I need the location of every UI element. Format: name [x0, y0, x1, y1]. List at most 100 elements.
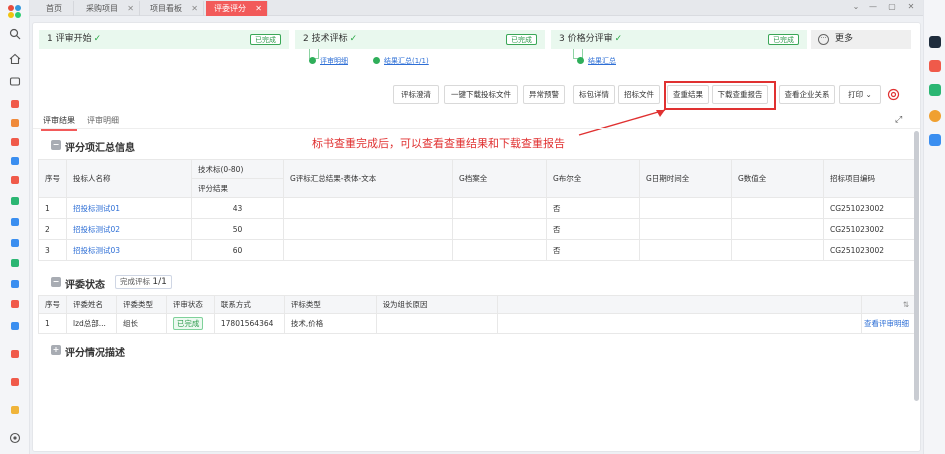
status-badge: 已完成 — [506, 34, 537, 45]
nav-app-icon[interactable] — [11, 119, 19, 127]
app-icon[interactable] — [929, 84, 941, 96]
step-3[interactable]: 3 价格分评审 ✓ 已完成 — [551, 30, 807, 49]
chevron-down-icon[interactable]: ⌄ — [851, 2, 861, 12]
view-detail-link[interactable]: 查看评审明细 — [860, 313, 917, 334]
status-badge: 已完成 — [768, 34, 799, 45]
col-header: 评审状态 — [165, 295, 215, 314]
app-logo — [8, 5, 22, 19]
toolbar: 评标澄清 一键下载投标文件 异常预警 标包详情 招标文件 查重结果 下载查重报告… — [33, 85, 920, 109]
company-relation-button[interactable]: 查看企业关系 — [779, 85, 835, 104]
cell: 17801564364 — [213, 313, 285, 334]
step-more[interactable]: ··· 更多 — [811, 30, 911, 49]
annotation-text: 标书查重完成后，可以查看查重结果和下载查重报告 — [312, 137, 565, 150]
nav-app-icon[interactable] — [11, 300, 19, 308]
col-header: G档案全 — [452, 159, 547, 198]
tab-project-board[interactable]: 项目看板 ✕ — [142, 1, 204, 16]
close-icon[interactable]: ✕ — [255, 1, 262, 16]
cell: 1 — [38, 197, 67, 219]
search-icon[interactable] — [9, 28, 21, 40]
collapse-icon[interactable]: − — [51, 277, 61, 287]
col-header: G评标汇总结果-表体-文本 — [283, 159, 453, 198]
more-icon: ··· — [818, 34, 829, 45]
help-icon[interactable] — [929, 110, 941, 122]
collapse-icon[interactable]: − — [51, 140, 61, 150]
close-icon[interactable]: ✕ — [127, 1, 134, 16]
cell: 1 — [38, 313, 67, 334]
cell: 2 — [38, 218, 67, 240]
maximize-icon[interactable]: ▢ — [887, 2, 897, 12]
step-1[interactable]: 1 评审开始 ✓ 已完成 — [39, 30, 289, 49]
expand-icon[interactable]: + — [51, 345, 61, 355]
table-row: 3 招投标测试03 60 否 CG251023002 — [38, 239, 916, 261]
cell: 已完成 — [165, 313, 215, 334]
cell: 组长 — [115, 313, 167, 334]
scrollbar[interactable] — [914, 131, 919, 401]
tab-review-result[interactable]: 评审结果 — [41, 115, 77, 131]
clarify-button[interactable]: 评标澄清 — [393, 85, 439, 104]
bidder-link[interactable]: 招投标测试01 — [66, 197, 192, 219]
desc-section-title[interactable]: + 评分情况描述 — [51, 344, 125, 359]
warning-button[interactable]: 异常预警 — [523, 85, 565, 104]
table-row: 2 招投标测试02 50 否 CG251023002 — [38, 218, 916, 240]
nav-app-icon[interactable] — [11, 280, 19, 288]
main-panel: 1 评审开始 ✓ 已完成 2 技术评标 ✓ 已完成 3 价格分评审 ✓ 已完成 ··· 更多 … — [32, 22, 921, 452]
review-detail-link[interactable]: 评审明细 — [309, 56, 348, 66]
tab-review-detail[interactable]: 评审明细 — [87, 115, 119, 126]
nav-app-icon[interactable] — [11, 138, 19, 146]
app-icon[interactable] — [929, 60, 941, 72]
bidder-link[interactable]: 招投标测试02 — [66, 218, 192, 240]
check-icon: ✓ — [614, 34, 623, 44]
close-window-icon[interactable]: ✕ — [906, 2, 916, 12]
left-sidebar — [0, 0, 30, 454]
cell: 60 — [191, 239, 284, 261]
bid-file-button[interactable]: 招标文件 — [618, 85, 660, 104]
col-header: 招标项目编码 — [823, 159, 916, 198]
tab-purchase-project[interactable]: 采购项目 ✕ — [78, 1, 140, 16]
message-icon[interactable] — [9, 76, 21, 88]
nav-app-icon[interactable] — [11, 378, 19, 386]
column-settings-icon[interactable]: ⇅ — [860, 295, 917, 314]
result-summary-link[interactable]: 结果汇总(1/1) — [373, 56, 429, 66]
right-sidebar — [923, 0, 945, 454]
expand-icon[interactable]: ⤢ — [895, 115, 902, 125]
download-files-button[interactable]: 一键下载投标文件 — [444, 85, 518, 104]
cell: 否 — [546, 218, 640, 240]
nav-app-icon[interactable] — [11, 350, 19, 358]
close-icon[interactable]: ✕ — [191, 1, 198, 16]
nav-app-icon[interactable] — [11, 176, 19, 184]
nav-app-icon[interactable] — [11, 157, 19, 165]
result-summary-link-2[interactable]: 结果汇总 — [577, 56, 616, 66]
nav-app-icon[interactable] — [11, 197, 19, 205]
package-detail-button[interactable]: 标包详情 — [573, 85, 615, 104]
table-row: 1 招投标测试01 43 否 CG251023002 — [38, 197, 916, 219]
cell: 否 — [546, 197, 640, 219]
nav-app-icon[interactable] — [11, 100, 19, 108]
score-section-title[interactable]: − 评分项汇总信息 — [51, 139, 135, 154]
judge-table: 序号 评委姓名 评委类型 评审状态 联系方式 评标类型 设为组长原因 ⇅ 1 l… — [38, 295, 917, 334]
settings-icon[interactable] — [887, 88, 900, 101]
home-icon[interactable] — [9, 53, 21, 65]
tab-judge-score[interactable]: 评委评分 ✕ — [206, 1, 268, 16]
nav-app-icon[interactable] — [11, 259, 19, 267]
settings-icon[interactable] — [9, 432, 21, 444]
nav-app-icon[interactable] — [11, 218, 19, 226]
bidder-link[interactable]: 招投标测试03 — [66, 239, 192, 261]
cell: 3 — [38, 239, 67, 261]
nav-app-icon[interactable] — [11, 239, 19, 247]
col-header: 评委类型 — [115, 295, 167, 314]
nav-app-icon[interactable] — [11, 322, 19, 330]
print-button[interactable]: 打印 ⌄ — [839, 85, 881, 104]
cell: 43 — [191, 197, 284, 219]
col-header: G数值全 — [731, 159, 824, 198]
app-icon[interactable] — [929, 134, 941, 146]
robot-icon[interactable] — [929, 36, 941, 48]
col-header: 评分结果 — [191, 178, 284, 198]
minimize-icon[interactable]: — — [868, 2, 878, 12]
cell: lzd总部... — [66, 313, 117, 334]
check-icon: ✓ — [349, 34, 358, 44]
judge-section-title[interactable]: − 评委状态 — [51, 276, 105, 291]
nav-app-icon[interactable] — [11, 406, 19, 414]
col-header: G日期时间全 — [639, 159, 732, 198]
step-2[interactable]: 2 技术评标 ✓ 已完成 — [295, 30, 545, 49]
tab-home[interactable]: 首页 — [38, 1, 74, 16]
